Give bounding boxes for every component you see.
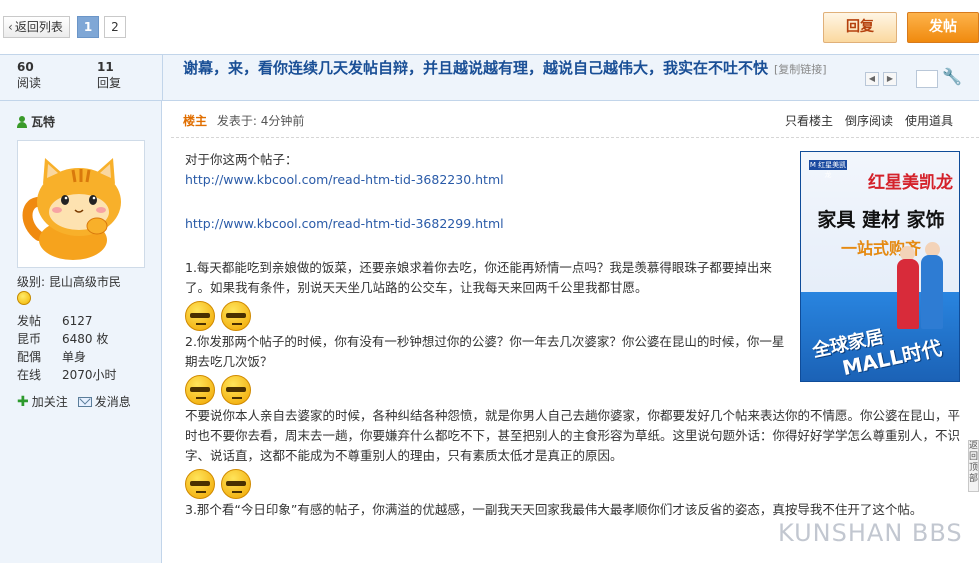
sunglasses-emoticon-icon	[221, 375, 251, 405]
site-watermark: KUNSHAN BBS	[778, 519, 963, 547]
post-paragraph-4: 3.那个看“今日印象”有感的帖子，你满溢的优越感，一副我天天回家我最伟大最孝顺你…	[185, 502, 923, 517]
post-intro: 对于你这两个帖子：	[185, 152, 298, 167]
next-thread-icon[interactable]: ▶	[883, 72, 897, 86]
reverse-order-link[interactable]: 倒序阅读	[845, 112, 893, 129]
user-online-icon	[17, 115, 27, 128]
thread-nav: ◀ ▶	[865, 72, 897, 86]
emoticon-row	[185, 374, 785, 406]
emoticon-row	[185, 468, 785, 500]
stat-key: 昆币	[17, 332, 42, 346]
thread-link-1[interactable]: http://www.kbcool.com/read-htm-tid-36822…	[185, 172, 504, 187]
ad-brand: 红星美凯龙	[868, 173, 953, 193]
ad-categories: 家具 建材 家饰	[817, 209, 945, 231]
new-post-button[interactable]: 发帖	[907, 12, 979, 43]
stat-row-posts: 发帖 6127	[17, 312, 157, 330]
thread-link-2[interactable]: http://www.kbcool.com/read-htm-tid-36822…	[185, 216, 504, 231]
stat-value: 6480 枚	[62, 332, 109, 346]
author-sidebar: 瓦特 级别: 昆山高级市民 发帖 6127 昆币 6480 枚 配偶 单身 在线…	[0, 101, 162, 563]
replies-stat: 11 回复	[97, 60, 157, 91]
chevron-left-icon: ‹	[8, 20, 13, 34]
author-stats: 发帖 6127 昆币 6480 枚 配偶 单身 在线 2070小时	[17, 312, 157, 384]
sunglasses-emoticon-icon	[185, 375, 215, 405]
prev-thread-icon[interactable]: ◀	[865, 72, 879, 86]
header-divider	[162, 55, 163, 101]
post-body: 对于你这两个帖子： http://www.kbcool.com/read-htm…	[185, 150, 960, 520]
post-meta: 楼主 发表于: 4分钟前 只看楼主 倒序阅读 使用道具	[183, 112, 963, 130]
send-message-button[interactable]: 发消息	[77, 393, 131, 410]
back-to-list-label: 返回列表	[14, 20, 63, 34]
page-1-button[interactable]: 1	[77, 16, 99, 38]
mail-icon	[77, 396, 92, 407]
author-actions: ✚ 加关注 发消息	[17, 393, 131, 410]
page-2-button[interactable]: 2	[104, 16, 126, 38]
back-to-top-tab[interactable]: 返回顶部	[968, 440, 979, 492]
post-paragraph-3: 不要说你本人亲自去婆家的时候，各种纠结各种怨愤，就是你男人自己去趟你婆家，你都要…	[185, 408, 961, 463]
author-name-text: 瓦特	[31, 115, 56, 129]
post-divider	[171, 137, 979, 138]
post-meta-links: 只看楼主 倒序阅读 使用道具	[785, 112, 953, 129]
stat-row-spouse: 配偶 单身	[17, 348, 157, 366]
sunglasses-emoticon-icon	[185, 469, 215, 499]
copy-link[interactable]: [复制链接]	[774, 63, 827, 76]
top-toolbar: ‹ 返回列表 1 2 回复 发帖	[0, 0, 979, 54]
follow-button[interactable]: ✚ 加关注	[17, 393, 68, 410]
views-label: 阅读	[17, 76, 42, 90]
use-tool-link[interactable]: 使用道具	[905, 112, 953, 129]
thread-title-text: 谢幕，来，看你连续几天发帖自辩，并且越说越有理，越说自己越伟大，我实在不吐不快	[183, 59, 769, 77]
sunglasses-emoticon-icon	[221, 469, 251, 499]
views-count: 60	[17, 60, 34, 74]
plus-icon: ✚	[17, 393, 29, 410]
post-paragraph-2: 2.你发那两个帖子的时候，你有没有一秒钟想过你的公婆？你一年去几次婆家？你公婆在…	[185, 334, 785, 369]
wrench-icon[interactable]: 🔧	[942, 67, 962, 86]
smiley-icon	[17, 291, 31, 305]
advertisement-banner[interactable]: M 红星美凯龙 红星美凯龙 家具 建材 家饰 一站式购齐 全球家居 MALL时代	[800, 151, 960, 382]
op-badge: 楼主	[183, 114, 208, 128]
author-level: 级别: 昆山高级市民	[17, 275, 121, 289]
only-op-link[interactable]: 只看楼主	[785, 112, 833, 129]
stat-key: 配偶	[17, 350, 42, 364]
stat-key: 在线	[17, 368, 42, 382]
thread-header: 60 阅读 11 回复 谢幕，来，看你连续几天发帖自辩，并且越说越有理，越说自己…	[0, 54, 979, 101]
cat-avatar-image	[21, 144, 141, 264]
send-message-label: 发消息	[94, 395, 131, 409]
replies-count: 11	[97, 60, 114, 74]
emoticon-row	[185, 300, 785, 332]
stat-value: 2070小时	[62, 368, 117, 382]
font-size-box[interactable]	[916, 70, 938, 88]
reply-button[interactable]: 回复	[823, 12, 897, 43]
post-time: 发表于: 4分钟前	[216, 114, 305, 128]
thread-title: 谢幕，来，看你连续几天发帖自辩，并且越说越有理，越说自己越伟大，我实在不吐不快 […	[183, 58, 843, 80]
stat-value: 6127	[62, 314, 93, 328]
stat-row-coins: 昆币 6480 枚	[17, 330, 157, 348]
stat-value: 单身	[62, 350, 87, 364]
replies-label: 回复	[97, 76, 122, 90]
stat-key: 发帖	[17, 314, 42, 328]
sunglasses-emoticon-icon	[221, 301, 251, 331]
post-paragraph-1: 1.每天都能吃到亲娘做的饭菜，还要亲娘求着你去吃，你还能再矫情一点吗？我是羡慕得…	[185, 260, 772, 295]
avatar[interactable]	[17, 140, 145, 268]
follow-label: 加关注	[31, 395, 68, 409]
sunglasses-emoticon-icon	[185, 301, 215, 331]
stat-row-online: 在线 2070小时	[17, 366, 157, 384]
author-name[interactable]: 瓦特	[17, 113, 55, 130]
views-stat: 60 阅读	[17, 60, 77, 91]
back-to-list-button[interactable]: ‹ 返回列表	[3, 16, 70, 38]
